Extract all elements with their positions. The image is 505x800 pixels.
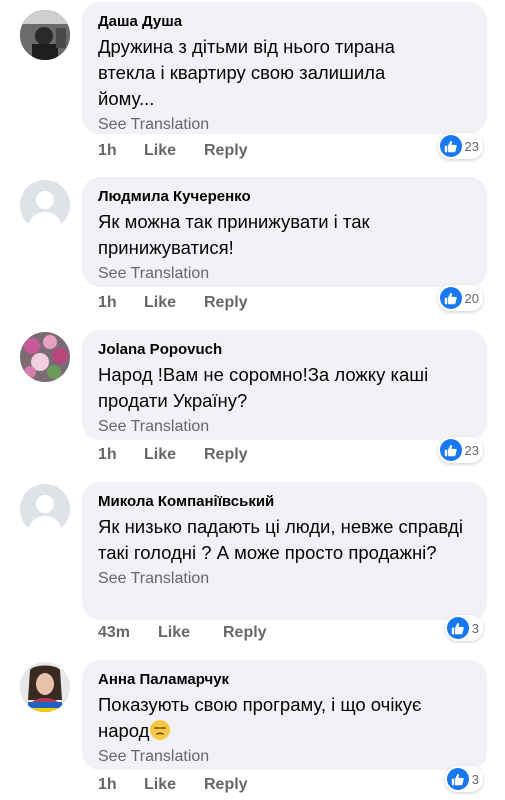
like-button[interactable]: Like	[144, 446, 204, 464]
like-reaction-icon	[446, 617, 469, 639]
comment-text: Дружина з дітьми від нього тирана втекла…	[98, 36, 395, 109]
avatar[interactable]	[20, 332, 70, 382]
comment-text: Як низько падають ці люди, невже справді…	[98, 516, 463, 563]
comment-text: Народ !Вам не соромно!За ложку каші прод…	[98, 364, 429, 411]
comment-author[interactable]: Микола Компаніївський	[98, 492, 471, 512]
comment-text: Показують свою програму, і що очікує нар…	[98, 692, 478, 744]
comment-time[interactable]: 1h	[98, 776, 144, 794]
reply-button[interactable]: Reply	[204, 446, 248, 464]
comment-bubble: Даша Душа Дружина з дітьми від нього тир…	[82, 2, 487, 134]
reaction-count[interactable]: 20	[437, 285, 483, 311]
comment-actions: 43m Like Reply	[98, 624, 267, 642]
reply-button[interactable]: Reply	[223, 624, 267, 642]
see-translation-link[interactable]: See Translation	[98, 568, 471, 590]
comment-text: Як можна так принижувати і так принижува…	[98, 211, 370, 258]
reaction-count[interactable]: 23	[437, 133, 483, 159]
reaction-count-text: 3	[471, 771, 479, 787]
reply-button[interactable]: Reply	[204, 142, 248, 160]
avatar[interactable]	[20, 662, 70, 712]
comment-actions: 1h Like Reply	[98, 776, 248, 794]
comment-time[interactable]: 43m	[98, 624, 158, 642]
like-button[interactable]: Like	[144, 776, 204, 794]
like-button[interactable]: Like	[144, 142, 204, 160]
see-translation-link[interactable]: See Translation	[98, 416, 471, 438]
see-translation-link[interactable]: See Translation	[98, 263, 471, 285]
like-button[interactable]: Like	[158, 624, 223, 642]
reaction-count-text: 23	[464, 138, 479, 154]
comment-time[interactable]: 1h	[98, 142, 144, 160]
see-translation-link[interactable]: See Translation	[98, 746, 471, 768]
comment-bubble: Анна Паламарчук Показують свою програму,…	[82, 660, 487, 770]
comment-author[interactable]: Анна Паламарчук	[98, 670, 471, 690]
comment-actions: 1h Like Reply	[98, 142, 248, 160]
reply-button[interactable]: Reply	[204, 776, 248, 794]
reaction-count-text: 23	[464, 442, 479, 458]
avatar[interactable]	[20, 10, 70, 60]
avatar[interactable]	[20, 180, 70, 230]
comment-actions: 1h Like Reply	[98, 294, 248, 312]
comment-time[interactable]: 1h	[98, 446, 144, 464]
comment-time[interactable]: 1h	[98, 294, 144, 312]
like-reaction-icon	[439, 135, 462, 157]
reaction-count[interactable]: 23	[437, 437, 483, 463]
comment-bubble: Микола Компаніївський Як низько падають …	[82, 482, 487, 620]
reaction-count[interactable]: 3	[444, 615, 483, 641]
reaction-count-text: 20	[464, 290, 479, 306]
comment-author[interactable]: Людмила Кучеренко	[98, 187, 471, 207]
reaction-count-text: 3	[471, 620, 479, 636]
reply-button[interactable]: Reply	[204, 294, 248, 312]
comment-author[interactable]: Даша Душа	[98, 12, 471, 32]
avatar[interactable]	[20, 484, 70, 534]
unamused-face-icon	[150, 720, 171, 740]
comment-bubble: Людмила Кучеренко Як можна так принижува…	[82, 177, 487, 287]
like-reaction-icon	[446, 768, 469, 790]
see-translation-link[interactable]: See Translation	[98, 114, 471, 136]
comment-actions: 1h Like Reply	[98, 446, 248, 464]
comment-text-body: Показують свою програму, і що очікує нар…	[98, 694, 422, 741]
comment-author[interactable]: Jolana Popovuch	[98, 340, 471, 360]
like-reaction-icon	[439, 439, 462, 461]
comment-bubble: Jolana Popovuch Народ !Вам не соромно!За…	[82, 330, 487, 440]
reaction-count[interactable]: 3	[444, 766, 483, 792]
like-reaction-icon	[439, 287, 462, 309]
like-button[interactable]: Like	[144, 294, 204, 312]
